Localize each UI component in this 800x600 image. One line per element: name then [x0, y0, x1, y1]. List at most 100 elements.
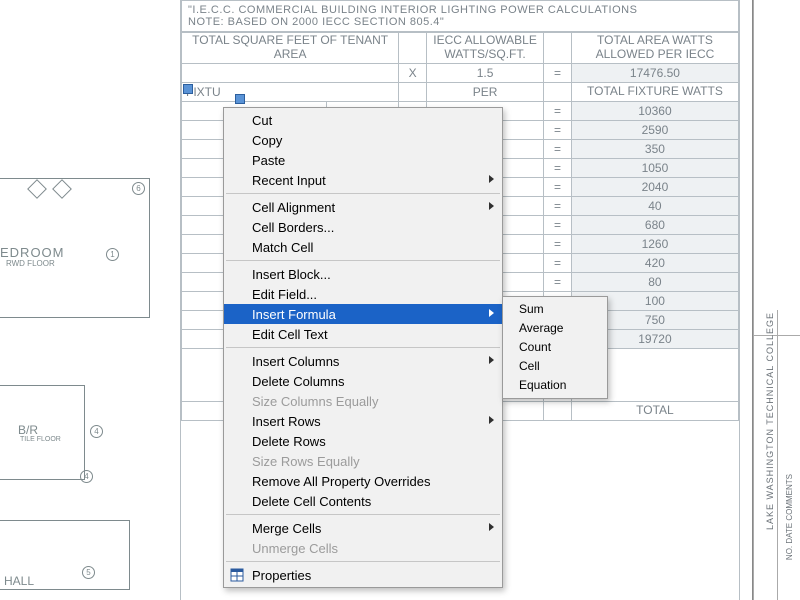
chevron-right-icon [489, 175, 494, 183]
floor-type: RWD FLOOR [6, 259, 55, 268]
properties-icon [230, 568, 244, 582]
menu-cut[interactable]: Cut [224, 110, 502, 130]
menu-copy[interactable]: Copy [224, 130, 502, 150]
menu-label: Edit Cell Text [252, 327, 328, 342]
menu-delete-rows[interactable]: Delete Rows [224, 431, 502, 451]
titleblock-text: LAKE WASHINGTON TECHNICAL COLLEGE [765, 312, 775, 530]
col-header: TOTAL SQUARE FEET OF TENANT AREA [182, 33, 399, 64]
menu-insert-block[interactable]: Insert Block... [224, 264, 502, 284]
menu-label: Delete Cell Contents [252, 494, 371, 509]
note-line: "I.E.C.C. COMMERCIAL BUILDING INTERIOR L… [188, 4, 732, 16]
tag-circle: 4 [90, 425, 103, 438]
col-header [399, 33, 427, 64]
tag-circle: 4 [80, 470, 93, 483]
cell-result[interactable]: 2040 [571, 177, 738, 196]
menu-separator [226, 347, 500, 348]
chevron-right-icon [489, 416, 494, 424]
menu-label: Insert Rows [252, 414, 321, 429]
submenu-average[interactable]: Average [503, 319, 607, 338]
submenu-equation[interactable]: Equation [503, 376, 607, 395]
col-header: PER [427, 82, 544, 101]
table-context-menu[interactable]: Cut Copy Paste Recent Input Cell Alignme… [223, 107, 503, 588]
selection-handle[interactable] [183, 84, 193, 94]
menu-edit-field[interactable]: Edit Field... [224, 284, 502, 304]
menu-size-rows-equally: Size Rows Equally [224, 451, 502, 471]
menu-delete-cell-contents[interactable]: Delete Cell Contents [224, 491, 502, 511]
cell-equals: = [544, 63, 572, 82]
cell-result[interactable]: 80 [571, 272, 738, 291]
menu-label: Insert Block... [252, 267, 331, 282]
cell-result[interactable]: 680 [571, 215, 738, 234]
cell-result[interactable]: 1050 [571, 158, 738, 177]
menu-paste[interactable]: Paste [224, 150, 502, 170]
sheet-note: "I.E.C.C. COMMERCIAL BUILDING INTERIOR L… [181, 1, 739, 32]
col-header: TOTAL FIXTURE WATTS [571, 82, 738, 101]
menu-separator [226, 514, 500, 515]
submenu-count[interactable]: Count [503, 338, 607, 357]
cell-result[interactable]: 420 [571, 253, 738, 272]
menu-label: Properties [252, 568, 311, 583]
menu-merge-cells[interactable]: Merge Cells [224, 518, 502, 538]
table-row[interactable]: X 1.5 = 17476.50 [182, 63, 739, 82]
menu-separator [226, 260, 500, 261]
cell-equals: = [544, 196, 572, 215]
chevron-right-icon [489, 202, 494, 210]
tag-circle: 1 [106, 248, 119, 261]
menu-label: Size Columns Equally [252, 394, 378, 409]
hex-icon [52, 179, 72, 199]
cell-result[interactable]: 17476.50 [571, 63, 738, 82]
submenu-cell[interactable]: Cell [503, 357, 607, 376]
room-label-hall: HALL [4, 574, 34, 588]
menu-label: Recent Input [252, 173, 326, 188]
menu-edit-cell-text[interactable]: Edit Cell Text [224, 324, 502, 344]
submenu-sum[interactable]: Sum [503, 300, 607, 319]
menu-recent-input[interactable]: Recent Input [224, 170, 502, 190]
col-header: TOTAL [571, 401, 738, 420]
menu-cell-alignment[interactable]: Cell Alignment [224, 197, 502, 217]
cell-equals: = [544, 253, 572, 272]
cell-result[interactable]: 1260 [571, 234, 738, 253]
menu-label: Edit Field... [252, 287, 317, 302]
row-label-fixture: FIXTU [182, 82, 399, 101]
selection-handle[interactable] [235, 94, 245, 104]
note-line: NOTE: BASED ON 2000 IECC SECTION 805.4" [188, 16, 732, 28]
cell-result[interactable]: 10360 [571, 101, 738, 120]
titleblock-cols: NO. DATE COMMENTS [785, 474, 794, 560]
cell-equals: = [544, 120, 572, 139]
cell-operator: X [399, 63, 427, 82]
floorplan-fragment: 6 EDROOM RWD FLOOR 1 B/R TILE FLOOR 4 4 … [0, 160, 180, 600]
cell-result[interactable]: 350 [571, 139, 738, 158]
menu-label: Delete Rows [252, 434, 326, 449]
menu-delete-columns[interactable]: Delete Columns [224, 371, 502, 391]
menu-size-columns-equally: Size Columns Equally [224, 391, 502, 411]
cell-value[interactable]: 1.5 [427, 63, 544, 82]
cell-equals: = [544, 272, 572, 291]
menu-match-cell[interactable]: Match Cell [224, 237, 502, 257]
menu-insert-formula[interactable]: Insert Formula [224, 304, 502, 324]
menu-insert-columns[interactable]: Insert Columns [224, 351, 502, 371]
menu-separator [226, 193, 500, 194]
cell-equals: = [544, 215, 572, 234]
cell-equals: = [544, 139, 572, 158]
cell-equals: = [544, 101, 572, 120]
titleblock-strip: LAKE WASHINGTON TECHNICAL COLLEGE NO. DA… [752, 0, 800, 600]
menu-insert-rows[interactable]: Insert Rows [224, 411, 502, 431]
menu-cell-borders[interactable]: Cell Borders... [224, 217, 502, 237]
menu-label: Size Rows Equally [252, 454, 360, 469]
menu-remove-property-overrides[interactable]: Remove All Property Overrides [224, 471, 502, 491]
menu-label: Unmerge Cells [252, 541, 338, 556]
menu-label: Delete Columns [252, 374, 345, 389]
menu-label: Cell Borders... [252, 220, 334, 235]
col-header [544, 33, 572, 64]
room-label-br: B/R [18, 423, 38, 437]
insert-formula-submenu[interactable]: Sum Average Count Cell Equation [502, 296, 608, 399]
cell-result[interactable]: 2590 [571, 120, 738, 139]
menu-label: Cut [252, 113, 272, 128]
cell-result[interactable]: 40 [571, 196, 738, 215]
hex-icon [27, 179, 47, 199]
cell-equals: = [544, 234, 572, 253]
chevron-right-icon [489, 356, 494, 364]
menu-properties[interactable]: Properties [224, 565, 502, 585]
col-header: TOTAL AREA WATTS ALLOWED PER IECC [571, 33, 738, 64]
room-label-bedroom: EDROOM [0, 245, 65, 260]
